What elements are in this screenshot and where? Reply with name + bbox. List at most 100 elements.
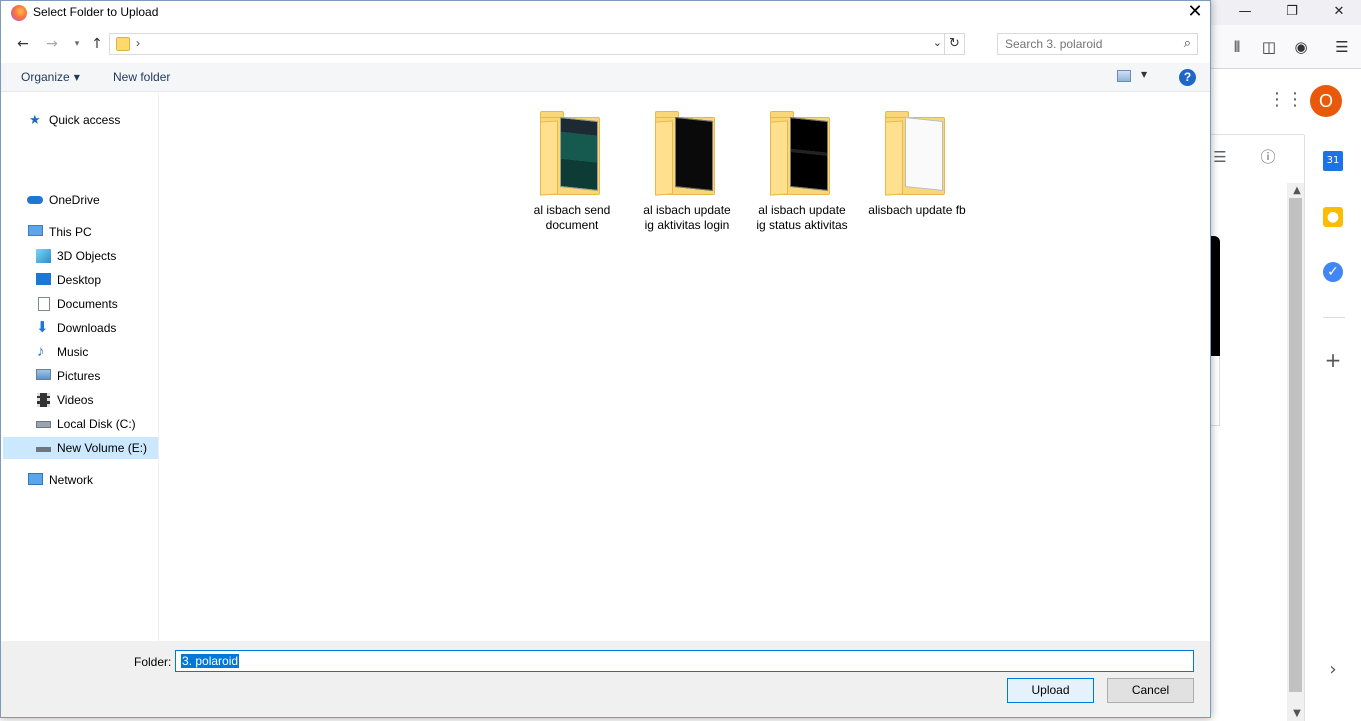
folder-name-value[interactable]: 3. polaroid <box>181 654 240 668</box>
nav-label: Quick access <box>49 113 121 127</box>
folder-item[interactable]: al isbach update ig aktivitas login <box>637 107 737 232</box>
computer-icon <box>28 225 43 236</box>
organize-button[interactable]: Organize ▼ <box>21 70 80 84</box>
folder-icon <box>540 111 602 196</box>
search-icon[interactable]: ⌕ <box>1184 36 1191 51</box>
search-input[interactable] <box>998 34 1173 54</box>
refresh-icon[interactable]: ↻ <box>944 34 964 54</box>
folder-name-input[interactable]: 3. polaroid <box>175 650 1194 672</box>
up-icon[interactable]: ↑ <box>87 34 107 54</box>
divider <box>1210 134 1304 135</box>
folder-item[interactable]: al isbach update ig status aktivitas <box>752 107 852 232</box>
apps-grid-icon[interactable]: ⋮⋮ <box>1268 90 1304 110</box>
breadcrumb-separator[interactable]: › <box>136 36 140 50</box>
document-icon <box>38 297 50 311</box>
caret-down-icon: ▼ <box>73 73 80 82</box>
nav-label: Videos <box>57 393 94 407</box>
music-icon: ♪ <box>37 343 45 360</box>
upload-button[interactable]: Upload <box>1007 678 1094 703</box>
view-options-icon[interactable]: ▼ <box>1141 70 1147 79</box>
drive-icon <box>36 447 51 452</box>
nav-item-quick-access[interactable]: ★ Quick access <box>3 109 158 131</box>
nav-label: Local Disk (C:) <box>57 417 136 431</box>
minimize-icon[interactable]: — <box>1234 2 1256 22</box>
chevron-down-icon[interactable]: ⌄ <box>933 36 942 49</box>
nav-item-new-volume[interactable]: New Volume (E:) <box>3 437 158 459</box>
nav-item-documents[interactable]: Documents <box>3 293 158 315</box>
nav-item-desktop[interactable]: Desktop <box>3 269 158 291</box>
film-icon <box>37 393 50 407</box>
close-icon[interactable]: ✕ <box>1180 1 1210 25</box>
card <box>1210 356 1220 426</box>
desktop-icon <box>36 273 51 285</box>
dark-card <box>1210 236 1220 356</box>
nav-item-videos[interactable]: Videos <box>3 389 158 411</box>
chevron-right-icon[interactable]: › <box>1323 660 1343 680</box>
nav-label: This PC <box>49 225 92 239</box>
search-box[interactable]: ⌕ <box>997 33 1198 55</box>
folder-icon <box>116 37 130 51</box>
recent-locations-icon[interactable]: ▾ <box>67 34 87 54</box>
folder-label: Folder: <box>134 655 172 669</box>
list-view-icon[interactable]: ☰ <box>1210 147 1230 167</box>
folder-icon <box>770 111 832 196</box>
sidebar-icon[interactable]: ◫ <box>1259 37 1279 57</box>
navigation-pane: ★ Quick access OneDrive This PC 3D Objec… <box>1 93 159 641</box>
tasks-icon[interactable]: ✓ <box>1323 262 1343 282</box>
dialog-title: Select Folder to Upload <box>33 5 159 19</box>
nav-item-pictures[interactable]: Pictures <box>3 365 158 387</box>
nav-label: Downloads <box>57 321 117 335</box>
nav-label: New Volume (E:) <box>57 441 148 455</box>
back-icon[interactable]: ← <box>13 34 33 54</box>
cloud-icon <box>27 196 43 204</box>
restore-icon[interactable]: ❐ <box>1281 2 1303 22</box>
nav-item-local-disk[interactable]: Local Disk (C:) <box>3 413 158 435</box>
help-icon[interactable]: ? <box>1179 69 1196 86</box>
dialog-footer: Folder: 3. polaroid Upload Cancel <box>1 641 1210 717</box>
address-bar[interactable]: › ⌄ ↻ <box>109 33 965 55</box>
side-panel: 31 ● ✓ + › <box>1304 135 1361 721</box>
nav-label: Desktop <box>57 273 102 287</box>
keep-icon[interactable]: ● <box>1323 207 1343 227</box>
folder-name: alisbach update fb <box>868 203 966 217</box>
add-icon[interactable]: + <box>1323 350 1343 370</box>
folder-item[interactable]: alisbach update fb <box>867 107 967 231</box>
nav-item-network[interactable]: Network <box>3 469 158 491</box>
new-folder-button[interactable]: New folder <box>113 70 170 84</box>
nav-label: 3D Objects <box>57 249 117 263</box>
nav-label: Network <box>49 473 94 487</box>
download-icon: ⬇ <box>36 319 49 336</box>
folder-name: al isbach update ig aktivitas login <box>643 203 731 232</box>
folder-name: al isbach update ig status aktivitas <box>756 203 848 232</box>
folder-item[interactable]: al isbach send document <box>522 107 622 232</box>
nav-item-3d-objects[interactable]: 3D Objects <box>3 245 158 267</box>
dialog-titlebar: Select Folder to Upload ✕ <box>1 1 1210 25</box>
scrollbar-thumb[interactable] <box>1289 198 1302 692</box>
cube-icon <box>36 249 51 263</box>
nav-label: Pictures <box>57 369 101 383</box>
organize-label: Organize <box>21 70 70 84</box>
file-list: al isbach send document al isbach update… <box>160 93 1210 641</box>
folder-name: al isbach send document <box>533 203 611 232</box>
menu-icon[interactable]: ☰ <box>1332 37 1352 57</box>
browser-toolbar: ⫴ ◫ ◉ ☰ <box>1210 25 1361 69</box>
avatar[interactable]: O <box>1310 85 1342 117</box>
info-icon[interactable]: ⓘ <box>1258 147 1278 167</box>
nav-item-music[interactable]: ♪ Music <box>3 341 158 363</box>
change-view-icon[interactable] <box>1117 70 1131 82</box>
nav-item-onedrive[interactable]: OneDrive <box>3 189 158 211</box>
nav-label: OneDrive <box>49 193 100 207</box>
pictures-icon <box>36 369 51 380</box>
folder-icon <box>885 111 947 196</box>
calendar-icon[interactable]: 31 <box>1323 151 1343 171</box>
nav-item-downloads[interactable]: ⬇ Downloads <box>3 317 158 339</box>
nav-label: Music <box>57 345 89 359</box>
library-icon[interactable]: ⫴ <box>1227 37 1247 57</box>
firefox-icon <box>11 5 27 21</box>
window-close-icon[interactable]: ✕ <box>1328 2 1350 22</box>
nav-label: Documents <box>57 297 118 311</box>
account-icon[interactable]: ◉ <box>1291 37 1311 57</box>
nav-item-this-pc[interactable]: This PC <box>3 221 158 243</box>
cancel-button[interactable]: Cancel <box>1107 678 1194 703</box>
forward-icon[interactable]: → <box>42 34 62 54</box>
